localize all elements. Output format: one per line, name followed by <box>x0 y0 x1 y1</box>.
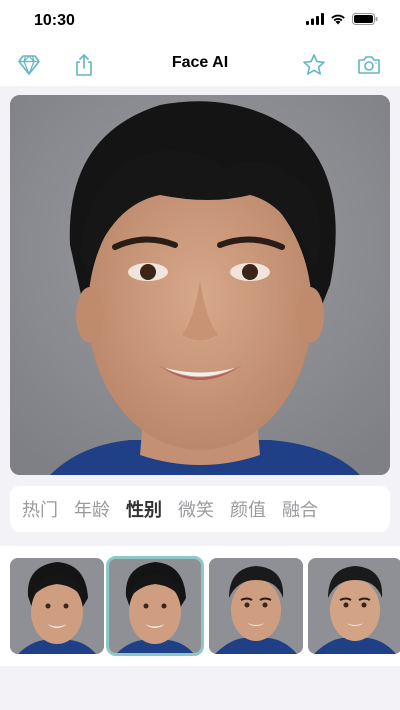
male-portrait-icon <box>308 558 400 654</box>
nav-bar: Face AI <box>0 44 400 86</box>
male-portrait-icon <box>209 558 303 654</box>
thumbnail-male-1[interactable] <box>209 558 303 654</box>
thumbnail-female-1[interactable] <box>10 558 104 654</box>
signal-icon <box>306 13 324 25</box>
portrait-image <box>10 95 390 475</box>
battery-icon <box>352 13 378 25</box>
wifi-icon <box>331 14 345 25</box>
main-photo <box>10 95 390 475</box>
camera-button[interactable] <box>354 50 384 80</box>
result-thumbnails <box>0 546 400 666</box>
tab-gender[interactable]: 性别 <box>126 496 162 522</box>
star-icon <box>303 54 325 75</box>
tab-smile[interactable]: 微笑 <box>178 496 214 522</box>
category-tabs: 热门 年龄 性别 微笑 颜值 融合 <box>10 486 390 532</box>
female-portrait-icon <box>10 558 104 654</box>
tab-popular[interactable]: 热门 <box>22 496 58 522</box>
tab-fusion[interactable]: 融合 <box>282 496 318 522</box>
thumbnail-female-2[interactable] <box>106 556 204 656</box>
status-time: 10:30 <box>34 12 75 29</box>
tab-age[interactable]: 年龄 <box>74 496 110 522</box>
thumbnail-male-2[interactable] <box>308 558 400 654</box>
page-title: Face AI <box>171 54 229 71</box>
camera-icon <box>358 56 380 74</box>
favorite-button[interactable] <box>299 50 329 80</box>
tab-beauty[interactable]: 颜值 <box>230 496 266 522</box>
female-portrait-selected-icon <box>108 558 202 654</box>
status-bar: 10:30 <box>0 0 400 44</box>
status-icons <box>306 13 378 25</box>
